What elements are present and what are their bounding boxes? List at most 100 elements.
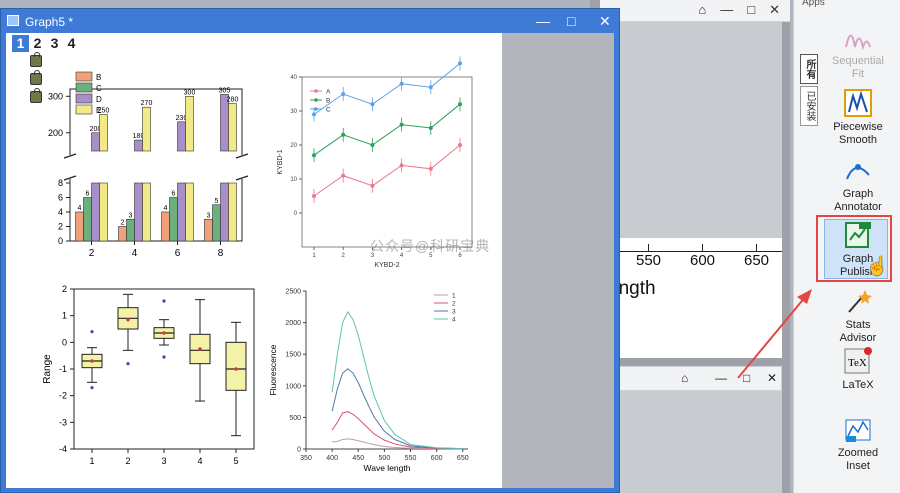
bar-label: 4 (164, 205, 168, 212)
background-window-2-body (600, 391, 782, 493)
bar (142, 106, 151, 152)
y-tick-label: 200 (48, 128, 63, 138)
home-icon[interactable]: ⌂ (698, 2, 706, 18)
legend-marker (314, 98, 318, 102)
mean-marker (162, 331, 166, 335)
minimize-button[interactable]: — (715, 371, 727, 385)
y-tick-label: 0 (58, 236, 63, 246)
maximize-button[interactable]: □ (743, 371, 750, 385)
data-point (428, 166, 433, 171)
data-point (428, 85, 433, 90)
background-axis-fragment: 550 600 650 ength (600, 238, 782, 358)
axis-tick-label: 550 (636, 252, 662, 269)
minimize-button[interactable]: — (536, 13, 550, 29)
close-button[interactable]: ✕ (767, 371, 777, 385)
app-label: LaTeX (842, 379, 874, 391)
close-button[interactable]: ✕ (599, 13, 611, 30)
window-title: Graph5 * (25, 15, 74, 29)
maximize-button[interactable]: □ (567, 13, 575, 29)
x-tick-label: 6 (175, 248, 181, 259)
y-tick-label: 8 (58, 178, 63, 188)
close-button[interactable]: ✕ (769, 2, 780, 18)
x-tick-label: 600 (431, 455, 443, 462)
data-point (428, 126, 433, 130)
background-window-titlebar: ⌂ — □ ✕ (600, 0, 790, 22)
y-tick-label: 40 (290, 75, 297, 81)
legend-label: 2 (452, 301, 456, 308)
minimize-button[interactable]: — (720, 2, 733, 18)
graph-canvas[interactable]: 1 2 3 4 0 2 4 6 8 200 300 4 6 200 250 2 2 3 180 270 4 4 6 2… (6, 33, 614, 488)
bar-label: 5 (215, 198, 219, 205)
mean-marker (234, 367, 238, 371)
graph-window[interactable]: Graph5 * — □ ✕ 1 2 3 4 0 2 4 6 8 200 300 4 6 200 2… (0, 8, 620, 493)
app-sequential-fit[interactable]: Sequential Fit (821, 22, 895, 81)
y-tick-label: -4 (59, 444, 67, 454)
home-icon[interactable]: ⌂ (681, 371, 688, 385)
bar (228, 182, 237, 242)
bar (118, 226, 127, 242)
legend-swatch (75, 71, 93, 82)
series-line (313, 103, 461, 156)
bar (83, 197, 92, 242)
axis-break-gap (64, 155, 248, 179)
y-tick-label: 1 (62, 311, 67, 321)
bar (134, 139, 143, 152)
x-tick-label: 4 (197, 456, 202, 466)
x-axis-title: Wave length (364, 463, 411, 473)
app-label: Graph (842, 188, 874, 200)
app-label: Fit (851, 68, 865, 80)
app-zoomed-inset[interactable]: Zoomed Inset (821, 414, 895, 473)
piecewise-smooth-icon (843, 88, 873, 118)
y-tick-label: 2500 (285, 289, 301, 296)
x-tick-label: 400 (326, 455, 338, 462)
bar (185, 95, 194, 152)
bar (99, 114, 108, 152)
app-label: Inset (846, 460, 870, 472)
y-tick-label: 300 (48, 91, 63, 101)
series-line (331, 310, 463, 450)
bar (177, 121, 186, 152)
data-point (370, 183, 375, 188)
x-tick-label: 650 (457, 455, 469, 462)
background-graph-panel (600, 22, 782, 240)
app-latex[interactable]: TeX LaTeX (821, 346, 895, 392)
bar-label: 300 (184, 89, 196, 96)
app-graph-annotator[interactable]: Graph Annotator (821, 155, 895, 214)
y-tick-label: 500 (289, 415, 301, 422)
bar-label: 3 (207, 212, 211, 219)
data-point (458, 143, 462, 147)
legend-label: 4 (452, 317, 456, 324)
bar (134, 182, 143, 242)
x-tick-label: 8 (218, 248, 224, 259)
app-piecewise-smooth[interactable]: Piecewise Smooth (821, 88, 895, 147)
axis-tick-label: 650 (744, 252, 770, 269)
bar-label: 3 (129, 212, 133, 219)
bar (161, 211, 170, 242)
bar (75, 211, 84, 242)
window-titlebar[interactable]: Graph5 * — □ ✕ (1, 9, 619, 33)
bar-label: 6 (172, 191, 176, 198)
maximize-button[interactable]: □ (747, 2, 755, 18)
tab-all-apps[interactable]: 所有 (800, 54, 818, 84)
x-tick-label: 500 (379, 455, 391, 462)
bar (91, 182, 100, 242)
data-point (399, 81, 404, 86)
bar (169, 197, 178, 242)
y-tick-label: 10 (290, 177, 297, 183)
bar (142, 182, 151, 242)
legend-label: E (96, 106, 101, 115)
outlier-point (126, 362, 130, 366)
legend-label: D (96, 95, 102, 104)
x-tick-label: 1 (312, 253, 316, 259)
outlier-point (162, 355, 166, 359)
bar (126, 218, 135, 242)
apps-header: Apps (802, 0, 825, 8)
bar-label: 4 (78, 205, 82, 212)
bar (204, 218, 213, 242)
y-tick-label: 20 (290, 143, 297, 149)
bar (91, 132, 100, 152)
x-tick-label: 2 (125, 456, 130, 466)
tab-installed-apps[interactable]: 已安装 (800, 86, 818, 126)
app-stats-advisor[interactable]: Stats Advisor (821, 286, 895, 345)
x-tick-label: 450 (352, 455, 364, 462)
